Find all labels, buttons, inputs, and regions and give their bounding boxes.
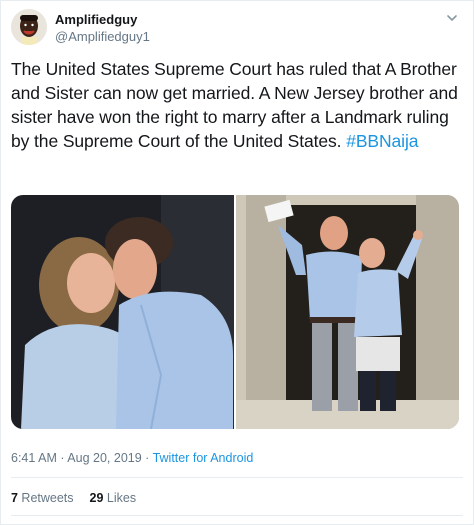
meta-separator: ·: [56, 451, 68, 465]
tweet-source-link[interactable]: Twitter for Android: [153, 451, 254, 465]
user-names: Amplifiedguy @Amplifiedguy1: [55, 11, 150, 45]
tweet-stats: 7 Retweets 29 Likes: [11, 490, 152, 506]
divider: [11, 515, 463, 516]
likes-stat[interactable]: 29 Likes: [90, 491, 137, 505]
hashtag-link[interactable]: #BBNaija: [346, 131, 418, 151]
likes-count: 29: [89, 491, 104, 505]
user-handle[interactable]: @Amplifiedguy1: [55, 28, 150, 45]
display-name[interactable]: Amplifiedguy: [55, 11, 150, 28]
photo-couple-kiss[interactable]: [11, 195, 234, 429]
divider: [11, 477, 463, 478]
tweet-card: Amplifiedguy @Amplifiedguy1 The United S…: [0, 0, 474, 525]
likes-label: Likes: [103, 491, 137, 505]
retweets-label: Retweets: [17, 491, 74, 505]
tweet-date[interactable]: Aug 20, 2019: [67, 451, 141, 465]
retweets-count: 7: [11, 491, 18, 505]
tweet-meta: 6:41 AM · Aug 20, 2019 · Twitter for And…: [11, 450, 253, 466]
avatar[interactable]: [11, 9, 47, 45]
media-grid: [11, 195, 459, 429]
tweet-time[interactable]: 6:41 AM: [11, 451, 57, 465]
avatar-image: [11, 9, 47, 45]
tweet-text: The United States Supreme Court has rule…: [11, 57, 467, 153]
chevron-down-icon[interactable]: [445, 11, 459, 25]
retweets-stat[interactable]: 7 Retweets: [11, 491, 74, 505]
photo-couple-celebrate[interactable]: [236, 195, 459, 429]
meta-separator: ·: [141, 451, 153, 465]
